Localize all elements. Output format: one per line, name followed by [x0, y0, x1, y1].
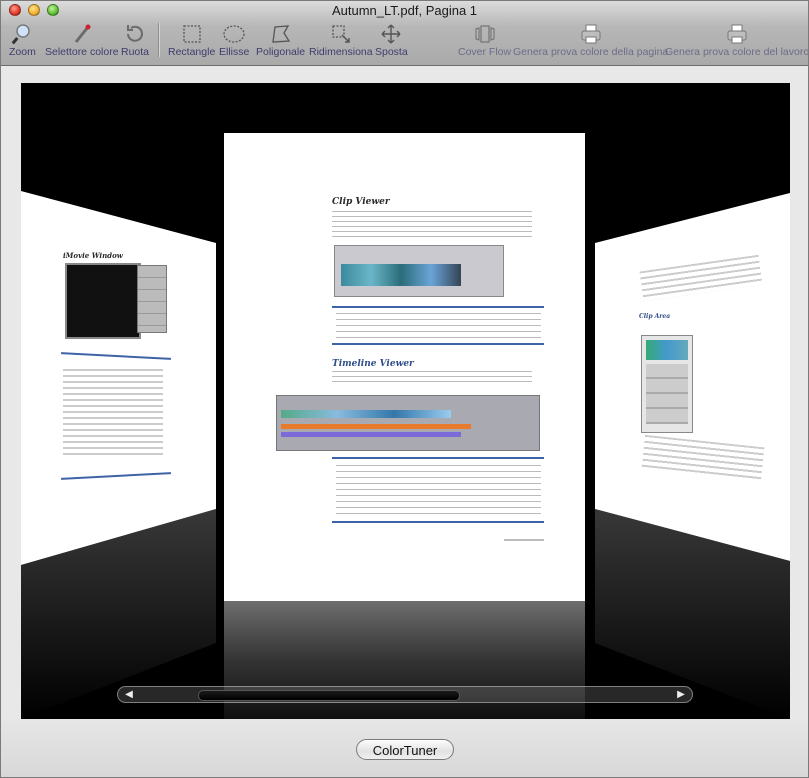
polygon-icon: [269, 23, 293, 45]
scroll-thumb[interactable]: [198, 690, 460, 701]
printer-icon: [579, 23, 603, 45]
eyedropper-icon: [70, 23, 94, 45]
center-intro-text: [332, 211, 532, 237]
center-footer: [504, 539, 544, 541]
bottom-bar: ColorTuner: [1, 719, 808, 777]
cover-flow-viewer[interactable]: iMovie Window Clip Area Clip Viewer Time…: [21, 83, 790, 719]
cover-flow-button[interactable]: Cover Flow: [458, 23, 511, 61]
printer-icon: [725, 23, 749, 45]
scroll-right-arrow-icon[interactable]: ▶: [674, 688, 688, 701]
colortuner-button[interactable]: ColorTuner: [356, 739, 454, 760]
left-page-screenshot: [65, 263, 141, 339]
center-bullets-2: [336, 465, 541, 519]
rotate-tool-label: Ruota: [121, 46, 150, 58]
resize-tool-label: Ridimensiona: [309, 46, 373, 58]
center-page[interactable]: Clip Viewer Timeline Viewer: [224, 133, 585, 601]
center-timeline-text: [332, 371, 532, 385]
ellipse-icon: [222, 23, 246, 45]
rectangle-tool-button[interactable]: Rectangle: [168, 23, 215, 61]
right-page-screenshot: [641, 335, 693, 433]
color-picker-tool-button[interactable]: Selettore colore: [45, 23, 119, 61]
center-rule-1: [332, 306, 544, 308]
resize-tool-button[interactable]: Ridimensiona: [309, 23, 373, 61]
coverflow-icon: [473, 23, 497, 45]
title-bar: Autumn_LT.pdf, Pagina 1 Zoom Selettore c…: [1, 1, 808, 66]
center-rule-3: [332, 457, 544, 459]
rotate-tool-button[interactable]: Ruota: [121, 23, 149, 61]
job-proof-button[interactable]: Genera prova colore del lavoro: [665, 23, 809, 61]
color-picker-tool-label: Selettore colore: [45, 46, 119, 58]
rectangle-icon: [180, 23, 204, 45]
resize-icon: [329, 23, 353, 45]
toolbar-separator: [158, 23, 159, 57]
zoom-tool-label: Zoom: [9, 46, 36, 58]
move-tool-button[interactable]: Sposta: [375, 23, 408, 61]
center-rule-4: [332, 521, 544, 523]
zoom-tool-button[interactable]: Zoom: [9, 23, 36, 61]
ellipse-tool-button[interactable]: Ellisse: [219, 23, 249, 61]
cover-flow-label: Cover Flow: [458, 46, 512, 58]
center-heading-clip-viewer: Clip Viewer: [332, 197, 390, 207]
timeline-screenshot: [276, 395, 540, 451]
move-icon: [379, 23, 403, 45]
center-rule-2: [332, 343, 544, 345]
cover-flow-scrollbar[interactable]: ◀ ▶: [117, 686, 693, 703]
rectangle-tool-label: Rectangle: [168, 46, 216, 58]
scroll-left-arrow-icon[interactable]: ◀: [122, 688, 136, 701]
ellipse-tool-label: Ellisse: [219, 46, 250, 58]
right-page-heading: Clip Area: [639, 313, 671, 320]
left-page-heading: iMovie Window: [63, 251, 123, 260]
polygon-tool-label: Poligonale: [256, 46, 306, 58]
center-heading-timeline-viewer: Timeline Viewer: [332, 359, 414, 369]
move-tool-label: Sposta: [375, 46, 408, 58]
polygon-tool-button[interactable]: Poligonale: [256, 23, 305, 61]
clip-viewer-screenshot: [334, 245, 504, 297]
page-proof-label: Genera prova colore della pagina: [513, 46, 669, 58]
magnifier-icon: [10, 23, 34, 45]
center-bullets-1: [336, 313, 541, 339]
page-proof-button[interactable]: Genera prova colore della pagina: [513, 23, 668, 61]
left-page-text: [63, 369, 163, 459]
window-title: Autumn_LT.pdf, Pagina 1: [331, 3, 478, 18]
rotate-icon: [123, 23, 147, 45]
job-proof-label: Genera prova colore del lavoro: [665, 46, 809, 58]
app-window: Autumn_LT.pdf, Pagina 1 Zoom Selettore c…: [0, 0, 809, 778]
left-page-grid: [137, 265, 167, 333]
